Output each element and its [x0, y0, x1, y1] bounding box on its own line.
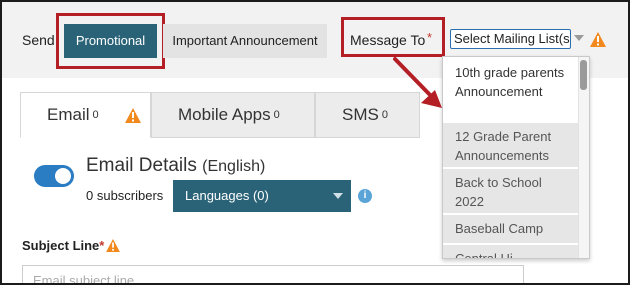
promotional-button[interactable]: Promotional	[64, 24, 157, 58]
tab-mobile-apps-count: 0	[273, 109, 280, 121]
mailing-list-dropdown: 10th grade parents Announcement 12 Grade…	[442, 56, 590, 259]
info-icon[interactable]: i	[358, 189, 372, 203]
subject-line-label-text: Subject Line	[22, 238, 100, 253]
warning-icon	[125, 108, 141, 123]
message-to-label: Message To	[350, 32, 426, 48]
scrollbar-thumb[interactable]	[580, 60, 587, 90]
email-enabled-toggle[interactable]	[34, 165, 74, 187]
tab-email-label: Email	[47, 105, 90, 124]
chevron-down-icon	[333, 193, 343, 199]
warning-icon	[106, 239, 120, 252]
chevron-down-icon[interactable]	[574, 35, 584, 41]
languages-dropdown-label: Languages (0)	[185, 188, 269, 203]
mailing-list-option[interactable]: Central Hi...	[443, 245, 578, 258]
subject-line-input[interactable]	[22, 265, 524, 283]
tab-sms-count: 0	[381, 109, 388, 121]
dropdown-scrollbar[interactable]	[578, 57, 589, 258]
mailing-list-option[interactable]: Baseball Camp	[443, 215, 578, 243]
tab-sms[interactable]: SMS 0	[315, 92, 420, 138]
tab-email-count: 0	[92, 109, 99, 121]
warning-icon	[590, 32, 606, 47]
message-to-required-mark: *	[427, 30, 433, 45]
languages-dropdown[interactable]: Languages (0)	[173, 180, 351, 212]
mailing-list-option[interactable]: 10th grade parents Announcement	[443, 57, 578, 119]
tab-mobile-apps[interactable]: Mobile Apps 0	[151, 92, 315, 138]
mailing-list-select[interactable]: Select Mailing List(s)	[450, 29, 571, 49]
subscriber-count: 0 subscribers	[86, 188, 164, 203]
toggle-knob	[55, 168, 71, 184]
mailing-list-option[interactable]: 12 Grade Parent Announcements	[443, 123, 578, 167]
email-details-heading: Email Details	[86, 155, 197, 176]
subject-line-label: Subject Line*	[22, 238, 120, 253]
tab-email[interactable]: Email 0	[20, 92, 151, 138]
email-details-title: Email Details (English)	[86, 155, 265, 177]
email-details-language: (English)	[202, 158, 266, 175]
important-announcement-button[interactable]: Important Announcement	[163, 24, 327, 58]
tab-sms-label: SMS	[342, 105, 379, 124]
subject-required-mark: *	[99, 238, 105, 253]
tab-mobile-apps-label: Mobile Apps	[178, 105, 271, 124]
mailing-list-option[interactable]: Back to School 2022	[443, 169, 578, 213]
send-label: Send	[22, 32, 55, 48]
page-frame: Send Promotional Important Announcement …	[2, 2, 628, 283]
